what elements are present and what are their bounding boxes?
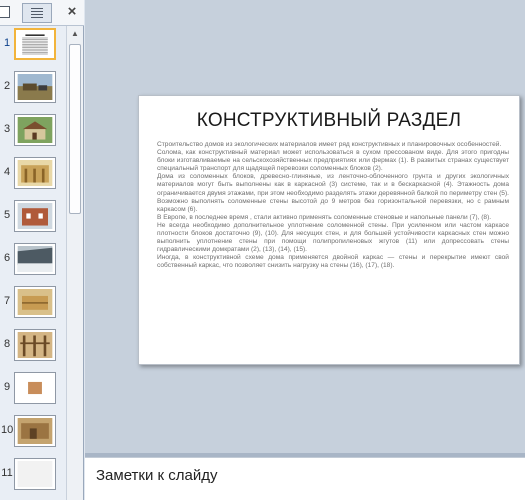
slide-thumbnail[interactable]: 5 [0, 198, 66, 236]
slide-editing-area: КОНСТРУКТИВНЫЙ РАЗДЕЛ Строительство домо… [85, 0, 525, 453]
slide-preview-image [17, 203, 53, 229]
slide-thumbnail-number: 7 [3, 295, 11, 307]
slide-body-text[interactable]: Строительство домов из экологических мат… [157, 141, 509, 271]
slide-thumbnail[interactable]: 6 [0, 241, 66, 279]
slide-preview-image [17, 461, 53, 487]
slides-thumbnail-pane: × 1 2 3 4 5 6 7 8 9 10 11 ▲ [0, 0, 84, 500]
slide-thumbnail[interactable]: 11 [0, 456, 66, 494]
slide-preview-image [17, 246, 53, 272]
slide-thumbnail-number: 1 [3, 37, 11, 49]
slide-thumbnail-image[interactable] [14, 329, 56, 361]
slide-thumbnail[interactable]: 8 [0, 327, 66, 365]
slide-preview-image [17, 74, 53, 100]
slide-thumbnail-number: 10 [1, 424, 14, 436]
outline-icon [31, 8, 43, 18]
slide-thumbnail-number: 5 [3, 209, 11, 221]
slides-tab-icon[interactable] [0, 6, 10, 18]
slide-thumbnail-image[interactable] [14, 157, 56, 189]
slide-paragraph: Солома, как конструктивный материал може… [157, 149, 509, 173]
close-pane-icon[interactable]: × [64, 3, 80, 21]
slide-paragraph: Дома из соломенных блоков, древесно-глин… [157, 173, 509, 213]
slide-paragraph: Не всегда необходимо дополнительное упло… [157, 221, 509, 254]
slide-thumbnail[interactable]: 10 [0, 413, 66, 451]
slide-thumbnail-image[interactable] [14, 28, 56, 60]
slide-preview-image [17, 418, 53, 444]
slide-thumbnail-number: 2 [3, 80, 11, 92]
slide-preview-image [17, 117, 53, 143]
notes-pane[interactable]: Заметки к слайду [85, 457, 525, 500]
slide-thumbnail-number: 4 [3, 166, 11, 178]
slide-thumbnail-image[interactable] [14, 415, 56, 447]
slide-thumbnail-number: 11 [1, 467, 13, 479]
slide-thumbnail[interactable]: 7 [0, 284, 66, 322]
thumbnail-scrollbar[interactable]: ▲ [66, 26, 83, 500]
slide-thumbnail-image[interactable] [14, 286, 56, 318]
slide-thumbnail-number: 6 [3, 252, 11, 264]
slide-thumbnail[interactable]: 1 [0, 26, 66, 64]
notes-placeholder[interactable]: Заметки к слайду [96, 467, 218, 484]
slide-preview-image [18, 32, 52, 56]
thumbnail-list: 1 2 3 4 5 6 7 8 9 10 11 [0, 26, 66, 500]
slide-thumbnail[interactable]: 4 [0, 155, 66, 193]
slide-preview-image [17, 332, 53, 358]
slide-thumbnail-number: 3 [3, 123, 11, 135]
slide-thumbnail[interactable]: 9 [0, 370, 66, 408]
slide-preview-image [17, 289, 53, 315]
slide-thumbnail-image[interactable] [14, 458, 56, 490]
slide-thumbnail-image[interactable] [14, 200, 56, 232]
scrollbar-thumb[interactable] [69, 44, 81, 214]
slide-title[interactable]: КОНСТРУКТИВНЫЙ РАЗДЕЛ [139, 110, 519, 132]
slide-preview-image [17, 375, 53, 401]
slide-thumbnail[interactable]: 2 [0, 69, 66, 107]
slide-thumbnail-image[interactable] [14, 114, 56, 146]
slide-thumbnail-image[interactable] [14, 243, 56, 275]
slide-thumbnail-image[interactable] [14, 372, 56, 404]
slide-thumbnail-number: 8 [3, 338, 11, 350]
outline-tab[interactable] [22, 3, 52, 23]
slide-thumbnail-image[interactable] [14, 71, 56, 103]
slide-thumbnail[interactable]: 3 [0, 112, 66, 150]
slide-paragraph: В Европе, в последнее время , стали акти… [157, 213, 492, 221]
scroll-up-arrow-icon[interactable]: ▲ [67, 26, 83, 42]
slide-preview-image [17, 160, 53, 186]
slide-paragraph: Строительство домов из экологических мат… [157, 141, 502, 148]
pane-tabs: × [0, 0, 84, 26]
current-slide[interactable]: КОНСТРУКТИВНЫЙ РАЗДЕЛ Строительство домо… [138, 95, 520, 365]
slide-thumbnail-number: 9 [3, 381, 11, 393]
slide-paragraph: Иногда, в конструктивной схеме дома прим… [157, 254, 509, 270]
